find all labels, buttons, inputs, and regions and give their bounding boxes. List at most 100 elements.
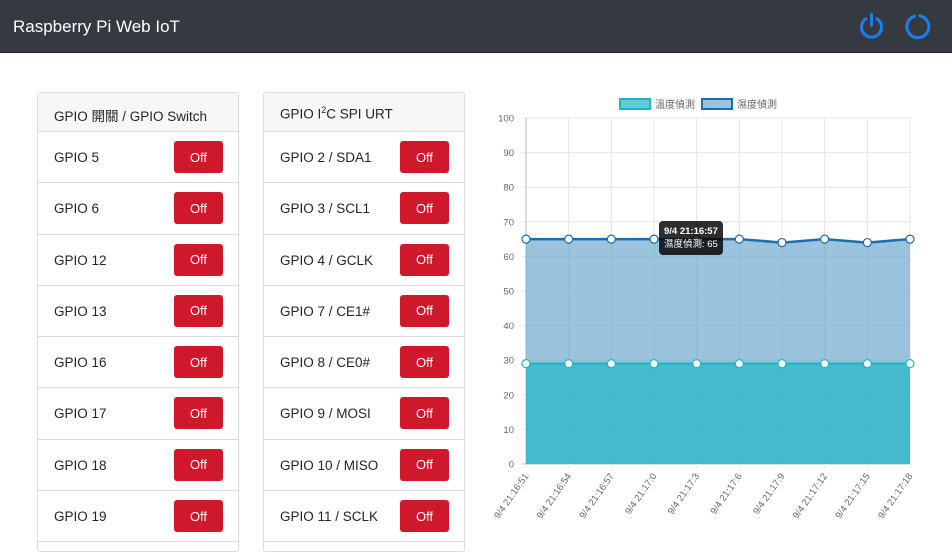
series-point-0 bbox=[564, 359, 574, 369]
series-point-1 bbox=[862, 237, 872, 248]
gpio-toggle-button[interactable]: Off bbox=[174, 346, 223, 379]
x-tick-label: 9/4 21:17:9 bbox=[751, 471, 787, 516]
chart-tooltip: 9/4 21:16:57 濕度偵測: 65 bbox=[659, 221, 723, 255]
bus-toggle-button[interactable]: Off bbox=[400, 448, 449, 481]
bus-row: GPIO 8 / CE0# Off bbox=[264, 337, 464, 389]
x-tick-label: 9/4 21:16:54 bbox=[535, 471, 574, 521]
gpio-toggle-button[interactable]: Off bbox=[174, 294, 223, 327]
gpio-label: GPIO 16 bbox=[54, 355, 107, 371]
navbar: Raspberry Pi Web IoT bbox=[0, 0, 952, 53]
bus-row: GPIO 9 / MOSI Off bbox=[264, 388, 464, 440]
x-tick-label: 9/4 21:16:57 bbox=[577, 471, 616, 521]
series-point-1 bbox=[564, 234, 574, 244]
series-point-1 bbox=[734, 234, 744, 244]
x-tick-label: 9/4 21:16:51 bbox=[492, 471, 531, 521]
gpio-bus-card: GPIO I2C SPI URT GPIO 2 / SDA1 Off GPIO 3 … bbox=[263, 92, 465, 552]
x-tick-label: 9/4 21:17:0 bbox=[623, 471, 659, 516]
series-point-1 bbox=[777, 237, 787, 248]
bus-toggle-button[interactable]: Off bbox=[400, 141, 449, 173]
gpio-toggle-button[interactable]: Off bbox=[174, 192, 223, 225]
gpio-label: GPIO 6 bbox=[54, 201, 100, 217]
y-tick-label: 50 bbox=[503, 287, 514, 298]
gpio-label: GPIO 19 bbox=[54, 509, 107, 525]
bus-label: GPIO 2 / SDA1 bbox=[280, 150, 372, 165]
legend-swatch-0 bbox=[619, 98, 651, 110]
series-point-1 bbox=[905, 234, 915, 244]
series-point-0 bbox=[692, 359, 702, 369]
gpio-label: GPIO 13 bbox=[54, 303, 107, 319]
gpio-row: GPIO 18 Off bbox=[38, 440, 238, 492]
bus-row: GPIO 10 / MISO Off bbox=[264, 440, 464, 492]
series-point-0 bbox=[862, 359, 872, 369]
gpio-label: GPIO 17 bbox=[54, 406, 107, 422]
series-point-0 bbox=[521, 359, 531, 369]
y-tick-label: 100 bbox=[498, 114, 514, 125]
gpio-bus-list: GPIO 2 / SDA1 Off GPIO 3 / SCL1 Off GPIO 4 /… bbox=[264, 132, 464, 543]
bus-label: GPIO 7 / CE1# bbox=[280, 303, 371, 319]
gpio-label: GPIO 18 bbox=[54, 457, 107, 473]
bus-label: GPIO 10 / MISO bbox=[280, 457, 379, 473]
y-tick-label: 40 bbox=[503, 321, 514, 332]
bus-row: GPIO 4 / GCLK Off bbox=[264, 235, 464, 286]
y-tick-label: 80 bbox=[503, 183, 514, 194]
x-tick-label: 9/4 21:17:18 bbox=[876, 471, 915, 521]
bus-row: GPIO 2 / SDA1 Off bbox=[264, 132, 464, 184]
legend-label-1: 濕度偵測 bbox=[737, 98, 777, 111]
series-area-0 bbox=[526, 363, 910, 464]
bus-toggle-button[interactable]: Off bbox=[400, 243, 449, 276]
gpio-label: GPIO 5 bbox=[54, 150, 100, 165]
chart-tooltip-title: 9/4 21:16:57 bbox=[664, 226, 718, 237]
gpio-switch-card-title: GPIO 開關 / GPIO Switch bbox=[38, 93, 238, 132]
gpio-switch-list: GPIO 5 Off GPIO 6 Off GPIO 12 Off GPIO 13 Off GP… bbox=[38, 132, 238, 543]
chart-tooltip-body: 濕度偵測: 65 bbox=[664, 239, 718, 250]
series-point-0 bbox=[606, 359, 616, 369]
series-point-1 bbox=[521, 234, 531, 244]
bus-label: GPIO 3 / SCL1 bbox=[280, 201, 371, 217]
gpio-toggle-button[interactable]: Off bbox=[174, 448, 223, 481]
sensor-chart-svg: 01020304050607080901009/4 21:16:51 9/4 21… bbox=[492, 98, 915, 521]
bus-toggle-button[interactable]: Off bbox=[400, 397, 449, 430]
y-tick-label: 30 bbox=[503, 356, 514, 367]
gpio-bus-card-title: GPIO I2C SPI URT bbox=[264, 93, 464, 132]
power-icon[interactable] bbox=[857, 12, 886, 41]
refresh-icon[interactable] bbox=[903, 12, 932, 41]
series-point-1 bbox=[649, 234, 659, 244]
bus-toggle-button[interactable]: Off bbox=[400, 500, 449, 533]
bus-toggle-button[interactable]: Off bbox=[400, 294, 449, 327]
bus-title-prefix: GPIO I bbox=[280, 106, 322, 122]
gpio-row: GPIO 19 Off bbox=[38, 491, 238, 543]
bus-row: GPIO 3 / SCL1 Off bbox=[264, 183, 464, 235]
gpio-toggle-button[interactable]: Off bbox=[174, 397, 223, 430]
series-point-0 bbox=[777, 359, 787, 369]
series-point-0 bbox=[734, 359, 744, 369]
series-point-0 bbox=[905, 359, 915, 369]
series-point-1 bbox=[606, 234, 616, 244]
bus-title-suffix: C SPI URT bbox=[326, 106, 393, 122]
gpio-toggle-button[interactable]: Off bbox=[174, 141, 223, 173]
gpio-toggle-button[interactable]: Off bbox=[174, 500, 223, 533]
y-tick-label: 90 bbox=[503, 148, 514, 159]
app-brand[interactable]: Raspberry Pi Web IoT bbox=[13, 17, 180, 37]
gpio-switch-card: GPIO 開關 / GPIO Switch GPIO 5 Off GPIO 6 Off… bbox=[37, 92, 239, 552]
gpio-row: GPIO 12 Off bbox=[38, 235, 238, 286]
bus-label: GPIO 4 / GCLK bbox=[280, 252, 374, 268]
y-tick-label: 20 bbox=[503, 390, 514, 401]
bus-toggle-button[interactable]: Off bbox=[400, 346, 449, 379]
x-tick-label: 9/4 21:17:3 bbox=[666, 471, 702, 516]
sensor-chart: 0 10 20 30 40 50 60 70 80 90 100 9/4 21:16:51 9/4 21… bbox=[490, 92, 930, 532]
bus-label: GPIO 8 / CE0# bbox=[280, 355, 371, 371]
series-point-1 bbox=[820, 234, 830, 244]
y-tick-label: 70 bbox=[503, 217, 514, 228]
bus-label: GPIO 9 / MOSI bbox=[280, 406, 371, 422]
gpio-row: GPIO 5 Off bbox=[38, 132, 238, 184]
y-tick-label: 0 bbox=[509, 460, 514, 471]
legend-swatch-1 bbox=[701, 98, 733, 110]
legend-label-0: 溫度偵測 bbox=[655, 98, 695, 111]
series-point-0 bbox=[649, 359, 659, 369]
bus-toggle-button[interactable]: Off bbox=[400, 192, 449, 225]
x-tick-label: 9/4 21:17:15 bbox=[833, 471, 872, 521]
gpio-row: GPIO 6 Off bbox=[38, 183, 238, 235]
gpio-toggle-button[interactable]: Off bbox=[174, 243, 223, 276]
gpio-row: GPIO 17 Off bbox=[38, 388, 238, 440]
y-tick-label: 60 bbox=[503, 252, 514, 263]
